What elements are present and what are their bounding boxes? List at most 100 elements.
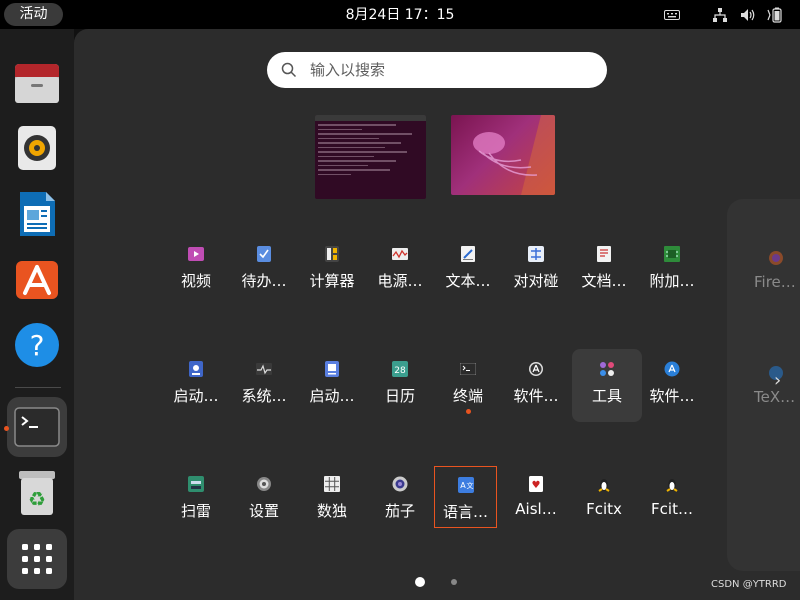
app-terminal[interactable]: 终端: [436, 351, 500, 415]
dock-separator: [15, 387, 61, 388]
svg-text:♥: ♥: [532, 480, 541, 491]
dock-files[interactable]: [7, 53, 67, 113]
power-graph-icon: [392, 246, 408, 262]
dock-help[interactable]: ?: [7, 315, 67, 375]
video-icon: [188, 246, 204, 262]
system-tray[interactable]: [710, 0, 794, 29]
firefox-icon: [768, 250, 784, 270]
app-additional-drivers[interactable]: 附加…: [640, 236, 704, 300]
app-calculator[interactable]: 计算器: [300, 236, 364, 300]
app-power-stats[interactable]: 电源…: [368, 236, 432, 300]
mines-icon: [188, 476, 204, 492]
dock-terminal[interactable]: [7, 397, 67, 457]
trash-icon: ♻: [19, 471, 55, 515]
usb-disk-icon: [188, 361, 204, 377]
dock: ? ♻: [0, 29, 74, 600]
app-cheese[interactable]: 茄子: [368, 466, 432, 530]
startup-apps-icon: [324, 361, 340, 377]
app-videos[interactable]: 视频: [164, 236, 228, 300]
app-sudoku[interactable]: 数独: [300, 466, 364, 530]
app-language-support[interactable]: A文 语言…: [434, 466, 497, 528]
document-viewer-icon: [596, 246, 612, 262]
next-page-app-label: Fire…: [754, 273, 796, 291]
terminal-icon: [460, 361, 476, 377]
chip-icon: [664, 246, 680, 262]
camera-icon: [392, 476, 408, 492]
game-grid-icon: [528, 246, 544, 262]
svg-text:?: ?: [30, 329, 45, 362]
workspace-window-terminal[interactable]: [315, 115, 426, 199]
volume-icon: [738, 5, 758, 25]
app-fcitx[interactable]: Fcitx: [572, 466, 636, 530]
app-software-updater[interactable]: 软件…: [504, 351, 568, 415]
app-overview: 输入以搜索 视频 待办… 计算器 电源… 文本… 对对碰 文档… 附加… 启动……: [74, 29, 800, 600]
page-indicator-active[interactable]: [415, 577, 425, 587]
next-page-preview[interactable]: Fire… TeX…: [727, 199, 800, 571]
app-calendar[interactable]: 28 日历: [368, 351, 432, 415]
app-settings[interactable]: 设置: [232, 466, 296, 530]
running-indicator: [466, 409, 471, 414]
app-label: 软件…: [649, 387, 695, 405]
document-icon: [20, 192, 55, 236]
terminal-icon: [14, 407, 60, 447]
file-cabinet-icon: [15, 64, 59, 103]
app-todo[interactable]: 待办…: [232, 236, 296, 300]
app-fcitx-config[interactable]: Fcit…: [640, 466, 704, 530]
dock-writer[interactable]: [7, 184, 67, 244]
clock[interactable]: 8月24日 17：15: [0, 0, 800, 29]
app-grid-icon: [22, 544, 52, 574]
language-icon: A文: [457, 477, 474, 493]
app-label: 附加…: [649, 272, 695, 290]
app-document-viewer[interactable]: 文档…: [572, 236, 636, 300]
checklist-icon: [256, 246, 272, 262]
search-input[interactable]: 输入以搜索: [267, 52, 607, 88]
utilities-folder-icon: [599, 361, 615, 377]
dock-trash[interactable]: ♻: [7, 463, 67, 523]
sudoku-icon: [324, 476, 340, 492]
svg-text:A: A: [460, 481, 466, 490]
calculator-icon: [324, 246, 340, 262]
svg-text:♻: ♻: [28, 487, 46, 511]
app-label: 软件…: [513, 387, 559, 405]
app-swell-foop[interactable]: 对对碰: [504, 236, 568, 300]
speaker-icon: [18, 126, 56, 170]
watermark: CSDN @YTRRD: [711, 579, 787, 590]
svg-text:文: 文: [466, 481, 473, 490]
chevron-right-icon[interactable]: ›: [774, 370, 781, 391]
search-placeholder: 输入以搜索: [310, 61, 386, 79]
app-aisleriot[interactable]: ♥ Aisl…: [504, 466, 568, 530]
app-store-icon: [16, 261, 58, 299]
app-startup-disk[interactable]: 启动…: [164, 351, 228, 415]
app-store-icon: [664, 361, 680, 377]
text-editor-icon: [460, 246, 476, 262]
system-monitor-icon: [256, 361, 272, 377]
app-label: 语言…: [442, 503, 488, 521]
software-updater-icon: [528, 361, 544, 377]
app-software[interactable]: 软件…: [640, 351, 704, 415]
keyboard-indicator[interactable]: [664, 0, 680, 29]
app-text-editor[interactable]: 文本…: [436, 236, 500, 300]
gear-icon: [256, 476, 272, 492]
penguin-icon: [596, 476, 612, 492]
keyboard-icon: [664, 9, 680, 20]
app-system-monitor[interactable]: 系统…: [232, 351, 296, 415]
calendar-icon-text: 28: [394, 366, 406, 376]
top-bar: 活动 8月24日 17：15: [0, 0, 800, 29]
dock-software[interactable]: [7, 249, 67, 309]
show-apps-button[interactable]: [7, 529, 67, 589]
search-icon: [281, 62, 297, 78]
page-indicator[interactable]: [451, 579, 457, 585]
penguin-icon: [664, 476, 680, 492]
jellyfish-wallpaper-icon: [473, 115, 555, 195]
calendar-icon: 28: [392, 361, 408, 377]
help-icon: ?: [15, 323, 59, 367]
playing-card-icon: ♥: [528, 476, 544, 492]
dock-rhythmbox[interactable]: [7, 118, 67, 178]
network-icon: [710, 5, 730, 25]
battery-icon: [766, 5, 786, 25]
app-mines[interactable]: 扫雷: [164, 466, 228, 530]
running-indicator: [4, 426, 9, 431]
app-label: Fcit…: [651, 500, 693, 518]
workspace-thumbnail[interactable]: [451, 115, 555, 195]
app-startup-applications[interactable]: 启动…: [300, 351, 364, 415]
